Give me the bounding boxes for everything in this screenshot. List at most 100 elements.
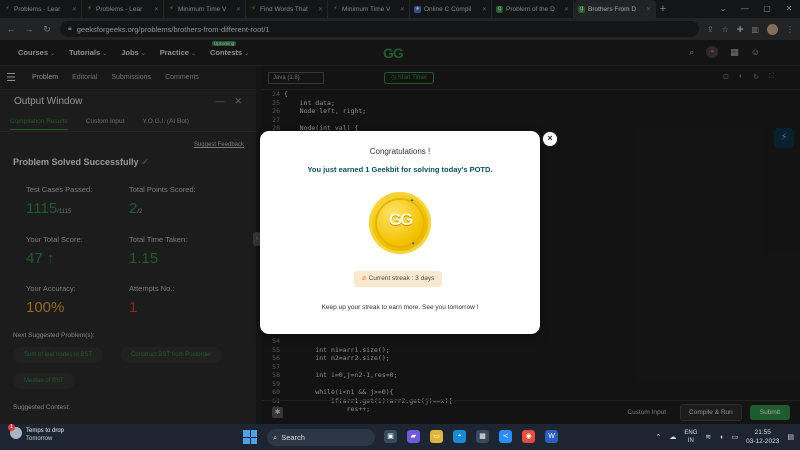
forward-icon[interactable]: → <box>24 24 34 34</box>
reload-icon[interactable]: ↻ <box>42 24 52 35</box>
modal-close-button[interactable]: × <box>542 131 558 147</box>
close-tab-icon[interactable]: ✕ <box>400 6 405 13</box>
windows-start-icon[interactable] <box>243 430 257 444</box>
notification-icon[interactable]: ▤ <box>787 433 794 441</box>
close-tab-icon[interactable]: ✕ <box>72 6 77 13</box>
suggested-problem-pill[interactable]: Sum of leaf nodes in BST <box>13 347 104 363</box>
cloud-icon[interactable]: ☁ <box>669 433 676 441</box>
modal-title: Congratulations ! <box>369 147 431 156</box>
gfg-logo[interactable]: GG <box>383 45 404 61</box>
nav-courses[interactable]: Courses ⌄ <box>18 48 55 57</box>
theme-toggle-icon[interactable]: ● <box>706 46 719 58</box>
close-icon[interactable]: ✕ <box>234 96 242 107</box>
tab-favicon-icon: ⚡ <box>169 5 174 12</box>
tab-favicon-icon: g <box>496 5 503 13</box>
tab-yogi-bot[interactable]: Y.O.G.I. (AI Bot) <box>142 118 188 125</box>
file-explorer-icon[interactable]: ▭ <box>430 430 443 443</box>
close-tab-icon[interactable]: ✕ <box>564 6 569 13</box>
vscode-icon[interactable]: ≺ <box>499 430 512 443</box>
suggested-problem-pill[interactable]: Construct BST from Postorder <box>120 347 223 363</box>
sparkle-icon: ✦ <box>410 198 415 204</box>
tab-comments[interactable]: Comments <box>165 74 199 81</box>
minimize-icon[interactable]: — <box>734 0 756 18</box>
browser-tab[interactable]: ⚡ Minimum Time V ✕ <box>328 0 410 18</box>
browser-tab[interactable]: g Problem of the D ✕ <box>492 0 574 18</box>
format-icon[interactable]: ⊡ <box>723 73 729 81</box>
congrats-modal: Congratulations ! You just earned 1 Geek… <box>260 131 540 334</box>
close-tab-icon[interactable]: ✕ <box>154 6 159 13</box>
menu-icon[interactable]: ☰ <box>4 71 18 84</box>
search-icon[interactable]: ⌕ <box>689 47 694 58</box>
browser-tab[interactable]: ● Online C Compil ✕ <box>410 0 492 18</box>
sidebar-icon[interactable]: ▥ <box>751 25 759 34</box>
weather-widget[interactable]: 1 Temps to drop Tomorrow <box>8 424 64 443</box>
teams-icon[interactable]: ▰ <box>407 430 420 443</box>
line-number: 60 <box>272 388 280 396</box>
compile-run-button[interactable]: Compile & Run <box>680 404 742 421</box>
tab-favicon-icon: g <box>578 5 585 13</box>
tab-compilation-results[interactable]: Compilation Results <box>10 118 68 130</box>
submit-button[interactable]: Submit <box>749 405 790 420</box>
close-tab-icon[interactable]: ✕ <box>318 6 323 13</box>
volume-icon[interactable]: ◖ <box>719 434 723 441</box>
task-view-icon[interactable]: ▣ <box>384 430 397 443</box>
tab-editorial[interactable]: Editorial <box>72 74 97 81</box>
share-icon[interactable]: ⇪ <box>707 25 714 34</box>
fullscreen-icon[interactable]: ⛶ <box>769 73 774 81</box>
lock-icon: 🔒︎ <box>68 25 72 32</box>
attempts-stat: Attempts No.: 1 <box>129 284 175 316</box>
taskbar-search[interactable]: ⌕ Search <box>267 429 375 446</box>
wifi-icon[interactable]: ≋ <box>705 433 711 441</box>
arrow-up-icon: ↑ <box>42 250 55 267</box>
suggest-feedback-link[interactable]: Suggest Feedback <box>194 142 244 148</box>
browser-tab[interactable]: ⚡ Problems - Lear ✕ <box>0 0 82 18</box>
custom-input-button[interactable]: Custom Input <box>621 409 672 416</box>
hint-icon[interactable]: ✱ <box>272 407 283 418</box>
browser-tab[interactable]: ⚡ Minimum Time V ✕ <box>164 0 246 18</box>
close-window-icon[interactable]: ✕ <box>778 0 800 18</box>
code-text: while(i<n1 && j>=0){ <box>284 388 394 396</box>
new-tab-button[interactable]: + <box>656 3 670 15</box>
back-icon[interactable]: ← <box>6 24 16 34</box>
url-input[interactable]: 🔒︎ geeksforgeeks.org/problems/brothers-f… <box>60 21 699 37</box>
language-select[interactable]: Java (1.8) <box>268 71 324 84</box>
tab-submissions[interactable]: Submissions <box>111 74 151 81</box>
reset-icon[interactable]: ↻ <box>753 73 759 81</box>
start-timer-button[interactable]: ◷ Start Timer <box>384 71 435 84</box>
chevron-up-icon[interactable]: ⌃ <box>656 433 662 441</box>
tab-favicon-icon: ⚡ <box>251 5 256 12</box>
nav-contests[interactable]: Contests ⌄ <box>210 48 249 57</box>
user-icon[interactable]: ☺ <box>751 47 760 57</box>
output-window-header: Output Window — ✕ <box>0 90 256 112</box>
store-icon[interactable]: ▦ <box>476 430 489 443</box>
theme-icon[interactable]: ◐ <box>739 73 743 81</box>
nav-practice[interactable]: Practice ⌄ <box>160 48 196 57</box>
clock[interactable]: 21:55 03-12-2023 <box>746 428 779 446</box>
profile-avatar[interactable] <box>767 23 778 35</box>
close-tab-icon[interactable]: ✕ <box>482 6 487 13</box>
nav-tutorials[interactable]: Tutorials ⌄ <box>69 48 107 57</box>
browser-tab[interactable]: ⚡ Find Words That ✕ <box>246 0 328 18</box>
battery-icon[interactable]: ▭ <box>732 433 739 441</box>
bookmark-icon[interactable]: ▦ <box>730 47 739 58</box>
chevron-down-icon[interactable]: ⌄ <box>712 0 734 18</box>
maximize-icon[interactable]: ▢ <box>756 0 778 18</box>
nav-jobs[interactable]: Jobs ⌄ <box>121 48 146 57</box>
chrome-icon[interactable]: ◉ <box>522 430 535 443</box>
more-menu-icon[interactable]: ⋮ <box>786 25 794 34</box>
solved-message: Problem Solved Successfully ✔ <box>13 157 149 167</box>
browser-tab[interactable]: ⚡ Problems - Lear ✕ <box>82 0 164 18</box>
browser-tab-active[interactable]: g Brothers From D ✕ <box>574 0 656 18</box>
word-icon[interactable]: W <box>545 430 558 443</box>
bolt-icon[interactable]: ⚡ <box>774 128 794 148</box>
tab-problem[interactable]: Problem <box>32 74 58 81</box>
close-tab-icon[interactable]: ✕ <box>646 6 651 13</box>
star-icon[interactable]: ☆ <box>722 25 729 34</box>
minimize-icon[interactable]: — <box>215 96 224 107</box>
extensions-icon[interactable]: ✚ <box>737 25 744 34</box>
close-tab-icon[interactable]: ✕ <box>236 6 241 13</box>
edge-icon[interactable]: ◓ <box>453 430 466 443</box>
tab-custom-input[interactable]: Custom Input <box>86 118 125 125</box>
suggested-problem-pill[interactable]: Median of BST <box>13 373 75 389</box>
language-indicator[interactable]: ENG IN <box>684 429 697 445</box>
